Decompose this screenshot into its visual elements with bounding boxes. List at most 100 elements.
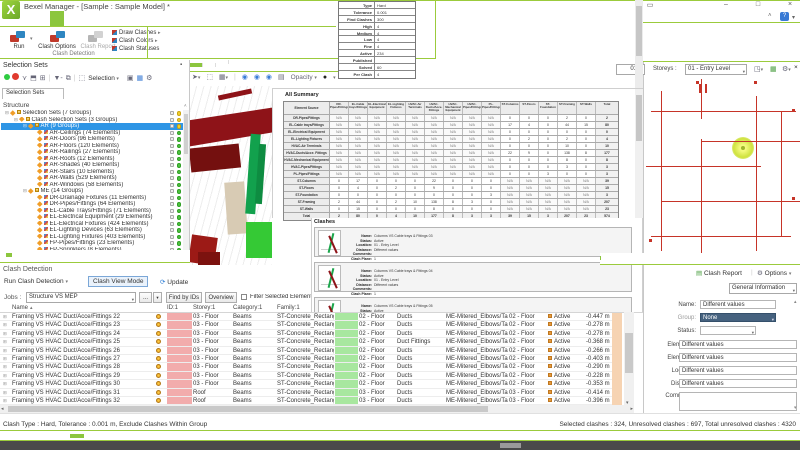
status-dot-icon[interactable]: [177, 150, 182, 155]
row-expand-icon[interactable]: ⊞: [3, 389, 7, 397]
clash-report-button[interactable]: ▤ Clash Report: [696, 269, 742, 277]
lock-icon[interactable]: [170, 241, 174, 245]
element1-field[interactable]: Different values: [679, 340, 797, 349]
remove-set-icon[interactable]: [12, 73, 19, 80]
layers-icon[interactable]: ▤: [278, 74, 285, 81]
update-button[interactable]: ⟳ Update: [160, 278, 188, 286]
status-dot-icon[interactable]: [177, 124, 182, 129]
explorer-tab[interactable]: [18, 253, 24, 257]
clash-table-row[interactable]: ⊞ Framing VS HVAC Duct/Acce/Fittings 28 …: [0, 363, 622, 371]
dock-button[interactable]: ▭: [644, 1, 656, 9]
panel-scroll-down-icon[interactable]: ▾: [794, 405, 797, 411]
minimize-button[interactable]: –: [720, 1, 732, 8]
view-tab[interactable]: [216, 60, 229, 64]
clash-colors-button[interactable]: Clash Colors ▸: [112, 38, 158, 44]
more-jobs-button[interactable]: ...: [139, 292, 152, 303]
status-dot-icon[interactable]: [177, 176, 182, 181]
help-caret-icon[interactable]: ▾: [792, 14, 795, 21]
tab-selection-sets[interactable]: Selection Sets: [2, 88, 64, 99]
status-dot-icon[interactable]: [177, 189, 182, 194]
element2-field[interactable]: Different values: [679, 353, 797, 362]
3d-viewport[interactable]: [190, 86, 272, 265]
lock-icon[interactable]: [170, 170, 174, 174]
lock-icon[interactable]: [170, 215, 174, 219]
lock-icon[interactable]: [170, 228, 174, 232]
map-settings-icon[interactable]: ⚙▾: [782, 65, 791, 73]
select-tool-icon[interactable]: ➤▾: [192, 74, 200, 81]
status-dot-icon[interactable]: [177, 215, 182, 220]
overview-button[interactable]: Overview: [205, 292, 237, 303]
clash-table-row[interactable]: ⊞ Framing VS HVAC Duct/Acce/Fittings 26 …: [0, 347, 622, 355]
right-panel-tab[interactable]: [601, 256, 609, 260]
row-expand-icon[interactable]: ⊞: [3, 355, 7, 363]
copy-icon[interactable]: ⧉: [66, 75, 71, 82]
view-tab[interactable]: [203, 63, 216, 67]
lock-icon[interactable]: [170, 209, 174, 213]
distance-field[interactable]: Different values: [679, 379, 797, 388]
row-expand-icon[interactable]: ⊞: [3, 313, 7, 321]
more-tools-caret-icon[interactable]: ▾: [333, 75, 336, 81]
clash-card[interactable]: Name:Columns VS Cable trays & Fittings 0…: [314, 297, 632, 312]
help-icon[interactable]: ?: [780, 12, 789, 21]
find-by-ids-button[interactable]: Find by IDs: [166, 292, 202, 303]
status-dot-icon[interactable]: [177, 183, 182, 188]
row-expand-icon[interactable]: ⊞: [3, 330, 7, 338]
pick-icon[interactable]: ⋎: [22, 75, 27, 82]
cursor-mode-icon[interactable]: ▣: [127, 75, 134, 82]
filter-selected-checkbox[interactable]: [241, 294, 247, 300]
zoom-selection-icon[interactable]: ▦: [136, 75, 143, 82]
settings-gear-icon[interactable]: ⚙: [146, 75, 152, 82]
options-button[interactable]: ⚙ Options ▾: [757, 269, 791, 277]
selection-box-icon[interactable]: ⬚: [79, 75, 86, 82]
row-expand-icon[interactable]: ⊞: [3, 380, 7, 388]
status-dot-icon[interactable]: [177, 235, 182, 240]
view-tab[interactable]: [190, 63, 203, 67]
new-group-icon[interactable]: ⊞: [40, 75, 46, 82]
lock-icon[interactable]: [170, 222, 174, 226]
lock-icon[interactable]: [170, 118, 174, 122]
panel-close-icon[interactable]: ×: [794, 64, 798, 71]
lock-icon[interactable]: [170, 189, 174, 193]
pan-icon[interactable]: ◉: [254, 74, 260, 81]
bottom-tab[interactable]: [28, 434, 42, 438]
menu-tab[interactable]: [78, 11, 92, 27]
clash-table-row[interactable]: ⊞ Framing VS HVAC Duct/Acce/Fittings 25 …: [0, 338, 622, 346]
status-dot-icon[interactable]: [177, 144, 182, 149]
run-icon[interactable]: [10, 31, 26, 44]
lock-icon[interactable]: [170, 235, 174, 239]
ribbon-collapse-icon[interactable]: ˄: [768, 13, 772, 19]
popup-scrollbar-top[interactable]: [635, 0, 643, 88]
draw-clashes-button[interactable]: Draw Clashes ▸: [112, 30, 161, 36]
status-dot-icon[interactable]: [177, 163, 182, 168]
close-button[interactable]: ×: [784, 1, 796, 8]
shade-icon[interactable]: ●: [323, 74, 327, 81]
right-panel-tab[interactable]: [609, 256, 617, 260]
bottom-tab[interactable]: [14, 434, 28, 438]
tree-scrollbar[interactable]: [183, 110, 189, 252]
right-panel-tab[interactable]: [617, 256, 625, 260]
clash-table-row[interactable]: ⊞ Framing VS HVAC Duct/Acce/Fittings 30 …: [0, 380, 622, 388]
window-select-icon[interactable]: ⬚: [206, 74, 213, 81]
row-expand-icon[interactable]: ⊞: [3, 321, 7, 329]
status-dot-icon[interactable]: [177, 209, 182, 214]
status-dot-icon[interactable]: [177, 222, 182, 227]
general-information-select[interactable]: General Information▾: [729, 283, 797, 294]
clash-table-row[interactable]: ⊞ Framing VS HVAC Duct/Acce/Fittings 24 …: [0, 330, 622, 338]
status-dot-icon[interactable]: [177, 137, 182, 142]
menu-tab[interactable]: [50, 11, 64, 27]
maximize-button[interactable]: □: [752, 1, 764, 8]
clash-options-icon[interactable]: [50, 31, 66, 44]
scroll-up-icon[interactable]: ˄: [184, 103, 187, 108]
row-expand-icon[interactable]: ⊞: [3, 363, 7, 371]
run-button[interactable]: Run: [2, 44, 36, 50]
bottom-tab[interactable]: [0, 434, 14, 438]
status-dot-icon[interactable]: [177, 170, 182, 175]
menu-tab[interactable]: [92, 11, 106, 27]
clash-table-row[interactable]: ⊞ Framing VS HVAC Duct/Acce/Fittings 23 …: [0, 321, 622, 329]
lock-icon[interactable]: [170, 124, 174, 128]
popup-scrollbar[interactable]: [635, 89, 643, 219]
lock-icon[interactable]: [170, 157, 174, 161]
lock-icon[interactable]: [170, 144, 174, 148]
lock-icon[interactable]: [170, 150, 174, 154]
lock-icon[interactable]: [170, 176, 174, 180]
